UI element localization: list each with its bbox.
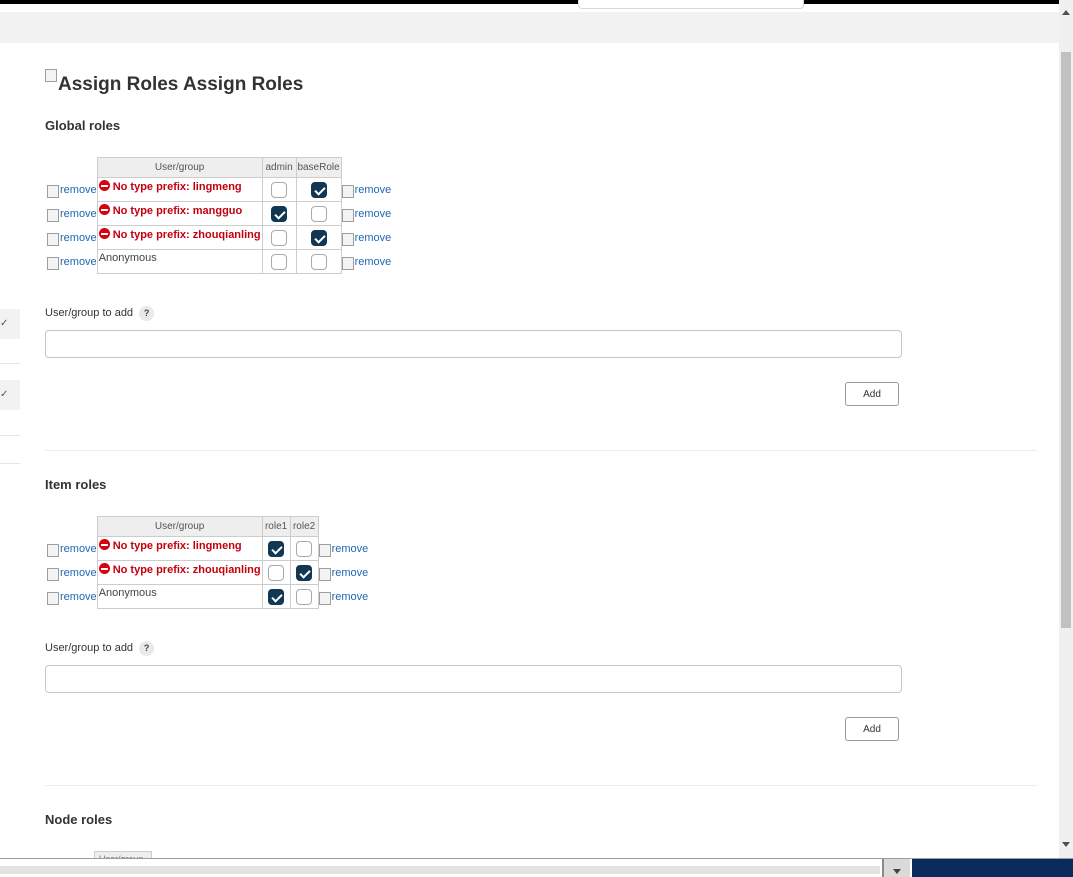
item-roles-table: User/group role1 role2 remove No type pr… [47, 516, 368, 609]
taskbar-panel [912, 859, 1073, 877]
remove-icon[interactable]: remove [341, 232, 391, 246]
user-name: No type prefix: mangguo [112, 205, 243, 217]
section-divider [45, 785, 1037, 786]
scroll-down-icon[interactable] [1062, 842, 1070, 847]
remove-icon[interactable]: remove [318, 591, 368, 605]
role-checkbox[interactable] [296, 588, 313, 605]
sidebar-item-2[interactable]: ✓ [0, 380, 20, 410]
warning-icon [98, 539, 110, 550]
table-row: remove No type prefix: zhouqianling remo… [47, 225, 391, 250]
browser-top-bar [0, 0, 1059, 12]
sidebar-item-1[interactable]: ✓ [0, 309, 20, 339]
remove-icon[interactable]: remove [341, 184, 391, 198]
role-checkbox[interactable] [271, 205, 288, 222]
role-checkbox[interactable] [268, 564, 285, 581]
remove-icon[interactable]: remove [341, 208, 391, 222]
horizontal-scrollbar[interactable] [0, 866, 880, 874]
table-row: remove No type prefix: lingmeng remove [47, 177, 391, 202]
column-header-role: role1 [261, 516, 291, 537]
role-checkbox[interactable] [310, 181, 327, 198]
remove-icon[interactable]: remove [318, 543, 368, 557]
remove-icon[interactable]: remove [47, 591, 97, 605]
table-row: remove No type prefix: lingmeng remove [47, 536, 368, 561]
remove-icon[interactable]: remove [47, 543, 97, 557]
column-header-role: admin [261, 157, 297, 178]
remove-icon[interactable]: remove [341, 256, 391, 270]
user-name: Anonymous [98, 587, 157, 599]
taskbar [0, 858, 1073, 877]
chevron-icon: ✓ [0, 389, 9, 400]
warning-icon [98, 563, 110, 574]
vertical-scrollbar[interactable] [1059, 0, 1073, 858]
user-name: No type prefix: zhouqianling [112, 229, 261, 241]
table-row: remove No type prefix: zhouqianling remo… [47, 560, 368, 585]
section-divider [45, 450, 1037, 451]
user-name: No type prefix: lingmeng [112, 540, 242, 552]
role-checkbox[interactable] [310, 205, 327, 222]
global-add-button[interactable]: Add [845, 382, 899, 406]
scrollbar-thumb[interactable] [1061, 52, 1071, 628]
table-row: remove Anonymous remove [47, 584, 368, 609]
chevron-icon: ✓ [0, 318, 9, 329]
column-header-user: User/group [96, 516, 263, 537]
user-group-to-add-label: User/group to add? [45, 641, 155, 656]
remove-icon[interactable]: remove [47, 256, 97, 270]
role-checkbox[interactable] [271, 229, 288, 246]
node-roles-table-header: User/group [94, 851, 152, 858]
user-name: Anonymous [98, 252, 157, 264]
global-user-group-input[interactable] [45, 330, 902, 358]
sidebar-divider [0, 463, 20, 464]
user-group-to-add-label: User/group to add? [45, 306, 155, 321]
role-checkbox[interactable] [296, 540, 313, 557]
role-checkbox[interactable] [268, 588, 285, 605]
role-checkbox[interactable] [310, 229, 327, 246]
remove-icon[interactable]: remove [47, 208, 97, 222]
item-roles-title: Item roles [45, 477, 107, 492]
page-title-text: Assign Roles [182, 74, 304, 95]
help-icon[interactable]: ? [139, 641, 155, 656]
sidebar-divider [0, 363, 20, 364]
browser-tab[interactable] [578, 0, 804, 9]
page-title: Assign Roles Assign Roles [45, 68, 303, 96]
remove-icon[interactable]: remove [47, 232, 97, 246]
help-icon[interactable]: ? [139, 306, 155, 321]
column-header-role: baseRole [295, 157, 342, 178]
scroll-up-icon[interactable] [1062, 10, 1070, 15]
column-header-role: role2 [289, 516, 319, 537]
node-roles-title: Node roles [45, 812, 113, 827]
global-roles-table: User/group admin baseRole remove No type… [47, 157, 391, 274]
remove-icon[interactable]: remove [318, 567, 368, 581]
page-header-band [0, 12, 1059, 43]
column-header-user: User/group [96, 157, 263, 178]
sidebar-divider [0, 435, 20, 436]
role-checkbox[interactable] [271, 253, 288, 270]
warning-icon [98, 228, 110, 239]
item-user-group-input[interactable] [45, 665, 902, 693]
remove-icon[interactable]: remove [47, 567, 97, 581]
user-name: No type prefix: lingmeng [112, 181, 242, 193]
table-row: remove Anonymous remove [47, 249, 391, 274]
warning-icon [98, 204, 110, 215]
warning-icon [98, 180, 110, 191]
role-checkbox[interactable] [268, 540, 285, 557]
table-row: remove No type prefix: mangguo remove [47, 201, 391, 226]
field-label-text: User/group to add [45, 307, 134, 319]
role-checkbox[interactable] [271, 181, 288, 198]
field-label-text: User/group to add [45, 642, 134, 654]
chevron-down-icon [893, 869, 901, 874]
global-roles-title: Global roles [45, 118, 121, 133]
role-checkbox[interactable] [310, 253, 327, 270]
remove-icon[interactable]: remove [47, 184, 97, 198]
user-name: No type prefix: zhouqianling [112, 564, 261, 576]
item-add-button[interactable]: Add [845, 717, 899, 741]
role-checkbox[interactable] [296, 564, 313, 581]
broken-image-icon: Assign Roles [45, 68, 178, 96]
dropdown-button[interactable] [882, 859, 910, 877]
